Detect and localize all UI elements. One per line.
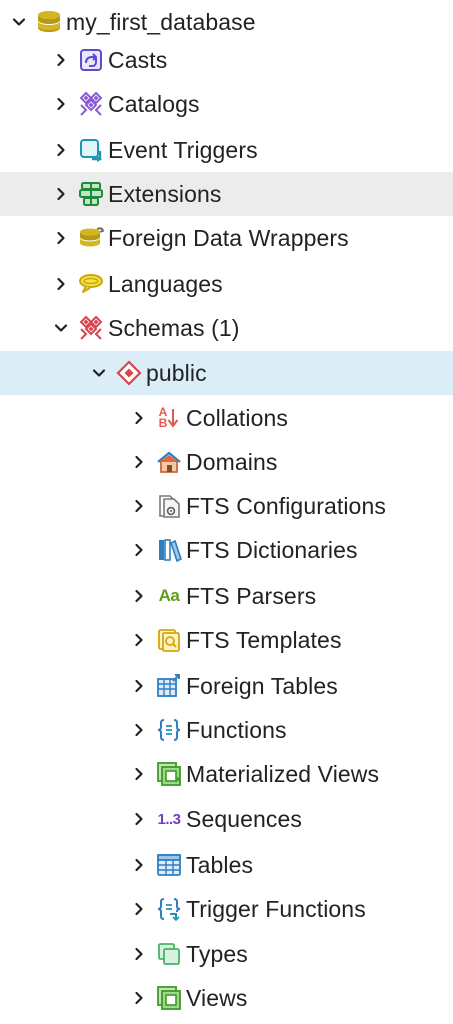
tree-node-label: Domains <box>186 449 278 475</box>
tree-node-label: FTS Templates <box>186 627 342 653</box>
chevron-right-icon[interactable] <box>128 987 150 1009</box>
chevron-right-icon[interactable] <box>50 227 72 249</box>
event-triggers-icon <box>78 137 104 163</box>
tree-node-label: FTS Dictionaries <box>186 537 358 563</box>
domains-icon <box>156 449 182 475</box>
chevron-right-icon[interactable] <box>128 854 150 876</box>
schema-icon <box>116 360 142 386</box>
chevron-right-icon[interactable] <box>50 183 72 205</box>
chevron-right-icon[interactable] <box>50 93 72 115</box>
chevron-right-icon[interactable] <box>128 407 150 429</box>
tree-node-label: Types <box>186 941 248 967</box>
functions-icon <box>156 717 182 743</box>
tree-node-label: Tables <box>186 852 254 878</box>
schemas-icon <box>78 315 104 341</box>
chevron-right-icon[interactable] <box>128 675 150 697</box>
tree-node-schemas[interactable]: Schemas (1) <box>0 306 453 350</box>
materialized-views-icon <box>156 761 182 787</box>
tree-node-fts-dictionaries[interactable]: FTS Dictionaries <box>0 528 453 572</box>
catalogs-icon <box>78 91 104 117</box>
tree-node-event-triggers[interactable]: Event Triggers <box>0 128 453 172</box>
tree-node-label: Schemas (1) <box>108 315 240 341</box>
chevron-right-icon[interactable] <box>128 629 150 651</box>
tree-node-domains[interactable]: Domains <box>0 440 453 484</box>
tree-node-label: Catalogs <box>108 91 200 117</box>
tree-node-label: Languages <box>108 271 223 297</box>
chevron-right-icon[interactable] <box>50 139 72 161</box>
tree-node-label: Trigger Functions <box>186 896 366 922</box>
tree-node-extensions[interactable]: Extensions <box>0 172 453 216</box>
collations-icon: A B <box>156 405 182 431</box>
tree-node-catalogs[interactable]: Catalogs <box>0 82 453 126</box>
extensions-icon <box>78 181 104 207</box>
tree-node-casts[interactable]: Casts <box>0 38 453 82</box>
chevron-right-icon[interactable] <box>128 451 150 473</box>
chevron-down-icon[interactable] <box>88 362 110 384</box>
fts-parsers-icon: Aa <box>158 586 180 605</box>
tree-node-label: public <box>146 360 207 386</box>
object-browser-tree: my_first_database Casts Catalogs Event T… <box>0 0 453 1024</box>
chevron-down-icon[interactable] <box>8 11 30 33</box>
tree-node-fts-templates[interactable]: FTS Templates <box>0 618 453 662</box>
chevron-right-icon[interactable] <box>128 763 150 785</box>
types-icon <box>156 941 182 967</box>
tree-node-materialized-views[interactable]: Materialized Views <box>0 752 453 796</box>
foreign-data-wrappers-icon <box>78 225 104 251</box>
chevron-right-icon[interactable] <box>128 585 150 607</box>
tree-node-fts-parsers[interactable]: Aa FTS Parsers <box>0 574 453 618</box>
chevron-right-icon[interactable] <box>50 49 72 71</box>
fts-configurations-icon <box>156 493 182 519</box>
tree-node-label: Foreign Data Wrappers <box>108 225 349 251</box>
chevron-right-icon[interactable] <box>128 898 150 920</box>
trigger-functions-icon <box>156 896 182 922</box>
chevron-right-icon[interactable] <box>128 719 150 741</box>
tree-node-collations[interactable]: A B Collations <box>0 396 453 440</box>
foreign-tables-icon <box>156 673 182 699</box>
tree-node-label: my_first_database <box>66 9 256 35</box>
views-icon <box>156 985 182 1011</box>
fts-templates-icon <box>156 627 182 653</box>
tree-node-label: FTS Parsers <box>186 583 317 609</box>
tree-node-label: Materialized Views <box>186 761 380 787</box>
tree-node-label: Views <box>186 985 248 1011</box>
database-icon <box>36 9 62 35</box>
tree-node-trigger-functions[interactable]: Trigger Functions <box>0 887 453 931</box>
tree-node-foreign-data-wrappers[interactable]: Foreign Data Wrappers <box>0 216 453 260</box>
tree-node-label: Event Triggers <box>108 137 258 163</box>
chevron-right-icon[interactable] <box>128 539 150 561</box>
chevron-right-icon[interactable] <box>128 495 150 517</box>
tree-node-label: Casts <box>108 47 168 73</box>
tree-node-types[interactable]: Types <box>0 932 453 976</box>
sequences-icon: 1..3 <box>157 810 181 828</box>
chevron-right-icon[interactable] <box>128 943 150 965</box>
casts-icon <box>78 47 104 73</box>
tree-node-functions[interactable]: Functions <box>0 708 453 752</box>
tree-node-fts-configurations[interactable]: FTS Configurations <box>0 484 453 528</box>
tree-node-languages[interactable]: Languages <box>0 262 453 306</box>
languages-icon <box>78 271 104 297</box>
chevron-down-icon[interactable] <box>50 317 72 339</box>
tree-node-views[interactable]: Views <box>0 976 453 1020</box>
chevron-right-icon[interactable] <box>128 808 150 830</box>
fts-dictionaries-icon <box>156 537 182 563</box>
tree-node-label: FTS Configurations <box>186 493 386 519</box>
tree-node-label: Collations <box>186 405 288 431</box>
tree-node-foreign-tables[interactable]: Foreign Tables <box>0 664 453 708</box>
tree-node-tables[interactable]: Tables <box>0 843 453 887</box>
tree-node-label: Extensions <box>108 181 222 207</box>
tree-node-label: Sequences <box>186 806 302 832</box>
tree-node-sequences[interactable]: 1..3 Sequences <box>0 797 453 841</box>
tree-node-label: Foreign Tables <box>186 673 338 699</box>
tree-node-public[interactable]: public <box>0 351 453 395</box>
tree-node-label: Functions <box>186 717 287 743</box>
chevron-right-icon[interactable] <box>50 273 72 295</box>
tables-icon <box>156 852 182 878</box>
